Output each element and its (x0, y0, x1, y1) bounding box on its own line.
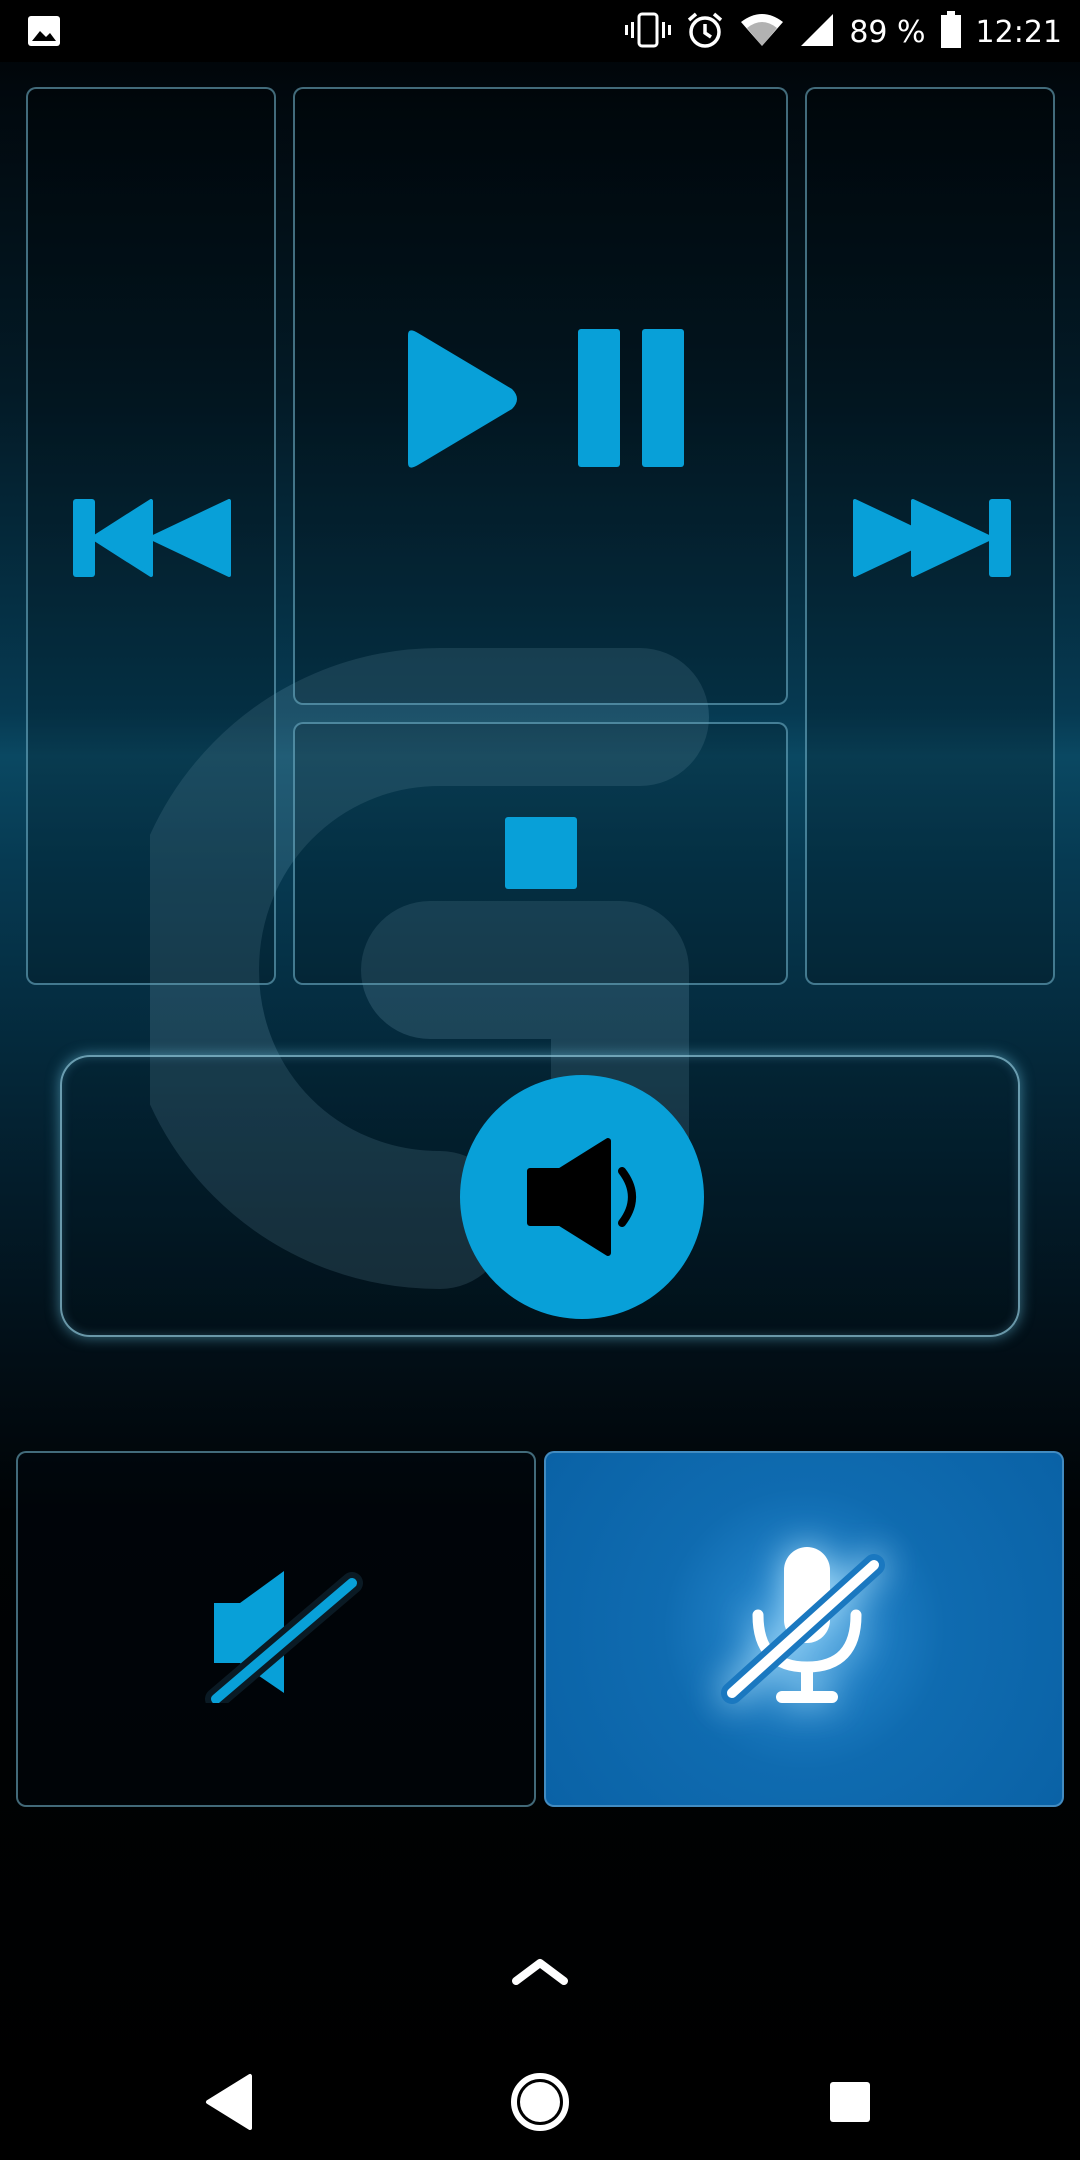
next-track-button[interactable] (805, 87, 1055, 985)
wifi-icon (739, 12, 785, 53)
skip-previous-icon (73, 499, 231, 577)
volume-slider[interactable] (60, 1055, 1020, 1337)
mic-muted-icon (721, 1547, 885, 1704)
stop-icon (505, 817, 577, 889)
play-pause-icon (408, 329, 684, 468)
home-icon[interactable] (500, 2062, 580, 2142)
cell-signal-icon (799, 12, 835, 53)
battery-icon (940, 10, 962, 54)
recents-icon[interactable] (810, 2062, 890, 2142)
navigation-bar (0, 2040, 1080, 2160)
status-bar: 89 % 12:21 (0, 0, 1080, 62)
speaker-muted-icon (205, 1571, 363, 1703)
mute-microphone-button[interactable] (544, 1451, 1064, 1807)
back-icon[interactable] (190, 2062, 270, 2142)
battery-percent: 89 % (849, 14, 926, 50)
volume-knob[interactable] (460, 1075, 704, 1319)
image-notification-icon (26, 14, 62, 53)
alarm-icon (685, 10, 725, 55)
previous-track-button[interactable] (26, 87, 276, 985)
volume-icon (527, 1138, 636, 1256)
expand-chevron-up-icon[interactable] (510, 1955, 570, 1985)
skip-next-icon (853, 499, 1011, 577)
stop-button[interactable] (293, 722, 788, 985)
play-pause-button[interactable] (293, 87, 788, 705)
vibrate-icon (625, 12, 672, 53)
clock: 12:21 (975, 14, 1062, 50)
mute-speaker-button[interactable] (16, 1451, 536, 1807)
